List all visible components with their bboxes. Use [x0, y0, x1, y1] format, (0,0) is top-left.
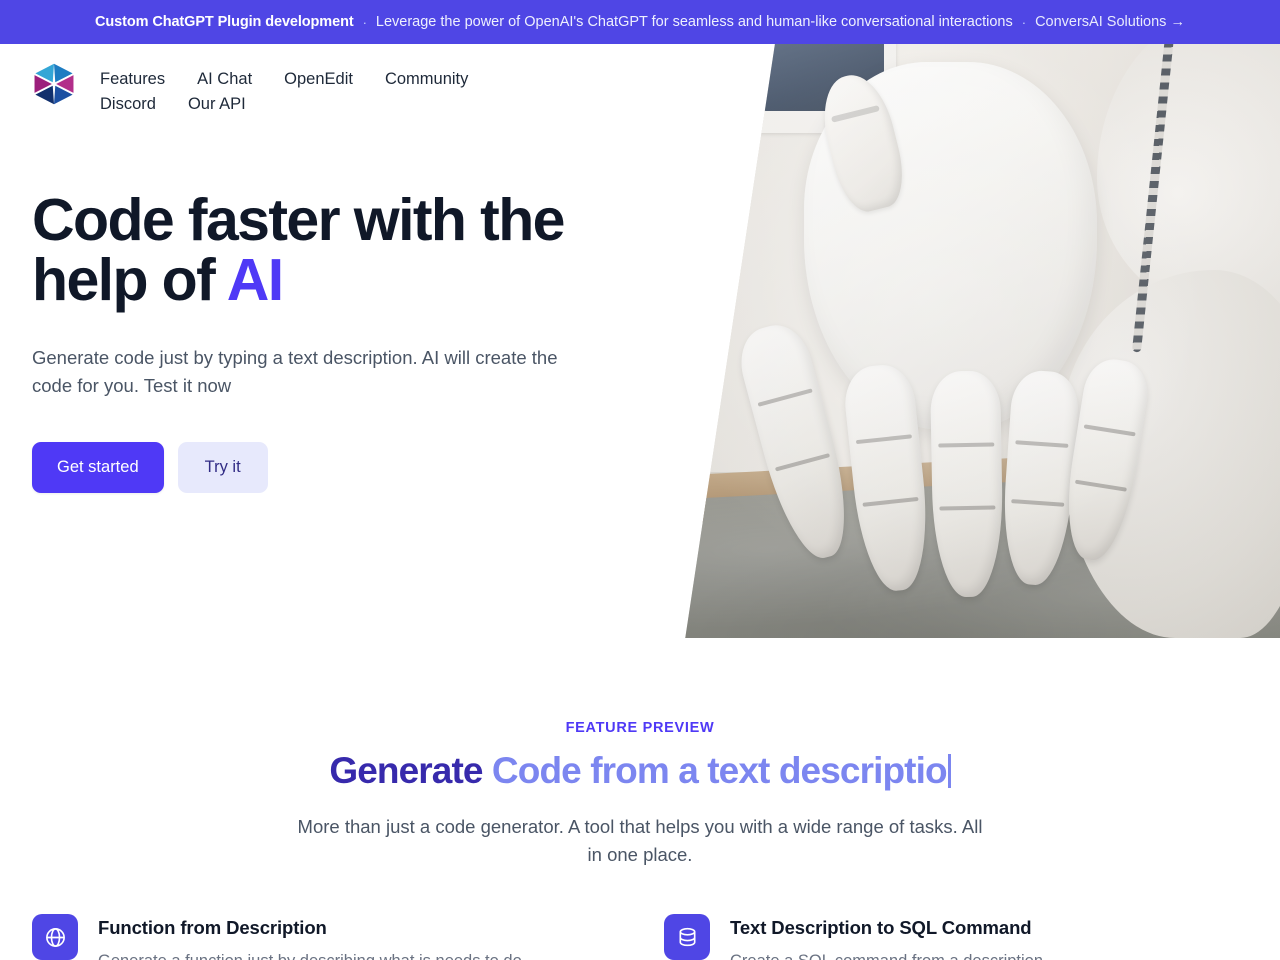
nav-link-features[interactable]: Features — [100, 67, 165, 91]
feature-card-title: Function from Description — [98, 917, 327, 938]
hero-title: Code faster with the help of AI — [32, 190, 620, 310]
database-icon-svg — [678, 927, 696, 946]
hero-action-buttons: Get started Try it — [32, 442, 620, 493]
preview-eyebrow: FEATURE PREVIEW — [565, 720, 715, 736]
photo-robot-finger — [930, 370, 1005, 598]
feature-card-description: Create a SQL command from a description — [730, 948, 1043, 960]
get-started-button[interactable]: Get started — [32, 442, 164, 493]
promo-banner-headline: Custom ChatGPT Plugin development — [95, 14, 354, 30]
nav-link-our-api[interactable]: Our API — [188, 92, 246, 116]
nav-links: Features AI Chat OpenEdit Community Disc… — [100, 60, 520, 116]
feature-card-body: Function from Description Generate a fun… — [98, 914, 526, 960]
database-icon — [664, 914, 710, 960]
typewriter-caret — [947, 754, 951, 788]
main-navigation: Features AI Chat OpenEdit Community Disc… — [0, 44, 1280, 116]
hero-subtitle: Generate code just by typing a text desc… — [32, 347, 558, 396]
feature-cards: Function from Description Generate a fun… — [0, 869, 1280, 960]
try-it-button[interactable]: Try it — [177, 442, 268, 493]
preview-title-static: Generate — [329, 750, 492, 791]
nav-link-ai-chat[interactable]: AI Chat — [197, 67, 252, 91]
promo-banner-link[interactable]: ConversAI Solutions → — [1035, 14, 1185, 30]
globe-icon — [32, 914, 78, 960]
feature-card[interactable]: Function from Description Generate a fun… — [32, 914, 616, 960]
hero-robot-hand-image — [685, 44, 1280, 638]
hexagon-prism-logo[interactable] — [32, 60, 76, 108]
feature-card[interactable]: Text Description to SQL Command Create a… — [664, 914, 1248, 960]
hero-copy: Code faster with the help of AI Generate… — [0, 116, 620, 493]
preview-title-typed: Code from a text descriptio — [491, 750, 948, 791]
promo-banner-message: Leverage the power of OpenAI's ChatGPT f… — [375, 14, 1013, 30]
globe-icon-svg — [45, 927, 65, 947]
feature-card-title: Text Description to SQL Command — [730, 917, 1032, 938]
promo-separator-2: · — [1021, 14, 1027, 30]
feature-card-body: Text Description to SQL Command Create a… — [730, 914, 1043, 960]
promo-separator-1: · — [362, 14, 367, 30]
nav-link-community[interactable]: Community — [385, 67, 468, 91]
nav-link-openedit[interactable]: OpenEdit — [284, 67, 353, 91]
hero-title-accent: AI — [226, 247, 284, 313]
hero-image-content — [685, 44, 1280, 638]
feature-preview-section: FEATURE PREVIEW Generate Code from a tex… — [0, 638, 1280, 960]
feature-card-description: Generate a function just by describing w… — [98, 948, 526, 960]
hero-section: Features AI Chat OpenEdit Community Disc… — [0, 44, 1280, 638]
hero-title-lead: Code faster with the help of — [32, 187, 565, 313]
preview-subtitle: More than just a code generator. A tool … — [297, 816, 983, 865]
promo-banner[interactable]: Custom ChatGPT Plugin development · Leve… — [0, 0, 1280, 44]
logo-svg — [34, 63, 74, 105]
nav-link-discord[interactable]: Discord — [100, 92, 156, 116]
preview-title: Generate Code from a text descriptio — [0, 749, 1280, 793]
